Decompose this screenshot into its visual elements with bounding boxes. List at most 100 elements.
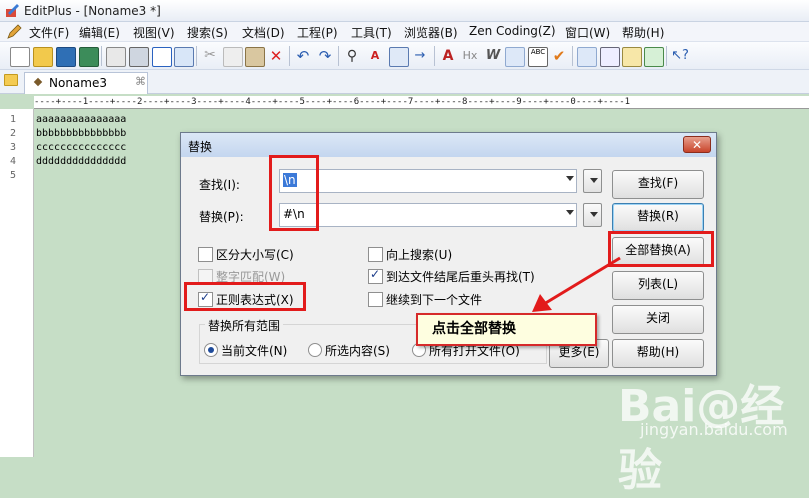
replace-input[interactable]: #\n (279, 203, 577, 227)
menu-browser[interactable]: 浏览器(B) (404, 24, 458, 41)
scope-current-file-radio[interactable] (204, 343, 218, 357)
window-title: EditPlus - [Noname3 *] (24, 4, 161, 18)
new-file-icon[interactable] (10, 47, 30, 67)
check-icon[interactable]: ✔ (550, 47, 568, 65)
toolbar-separator (666, 46, 667, 66)
scope-current-file-label: 当前文件(N) (221, 344, 288, 358)
menu-window[interactable]: 窗口(W) (565, 24, 610, 41)
redo-icon[interactable]: ↷ (316, 47, 334, 65)
ruler: ----+----1----+----2----+----3----+----4… (34, 96, 809, 109)
match-case-checkbox[interactable] (198, 247, 213, 262)
line-number: 5 (10, 170, 17, 181)
abc-icon[interactable]: ABC (528, 47, 548, 67)
view-icon[interactable] (577, 47, 597, 67)
tab-close-icon[interactable]: ⌘ (135, 75, 146, 88)
annotation-arrow-icon (532, 256, 621, 312)
menu-file[interactable]: 文件(F) (29, 24, 69, 41)
font-icon[interactable]: A (439, 47, 457, 65)
modified-icon (33, 77, 43, 87)
menu-view[interactable]: 视图(V) (133, 24, 175, 41)
replace-history-button[interactable] (583, 203, 602, 227)
screen-icon[interactable] (622, 47, 642, 67)
pencil-icon (7, 24, 22, 39)
goto-icon[interactable]: → (411, 47, 429, 65)
find-button[interactable]: 查找(F) (612, 170, 704, 199)
hex-icon[interactable]: Hx (461, 47, 479, 65)
indent-icon[interactable] (505, 47, 525, 67)
search-up-label: 向上搜索(U) (386, 248, 453, 262)
search-up-checkbox[interactable] (368, 247, 383, 262)
code-line: ddddddddddddddd (36, 156, 127, 167)
line-number: 3 (10, 142, 17, 153)
menu-zen-coding[interactable]: Zen Coding(Z) (469, 24, 556, 38)
menu-edit[interactable]: 编辑(E) (79, 24, 120, 41)
save-all-icon[interactable] (79, 47, 99, 67)
dialog-title-bar: 替换 ✕ (181, 133, 716, 157)
menu-tools[interactable]: 工具(T) (351, 24, 392, 41)
line-number-gutter: 1 2 3 4 5 (0, 109, 34, 457)
undo-icon[interactable]: ↶ (294, 47, 312, 65)
dialog-close-button[interactable]: ✕ (683, 136, 711, 153)
toolbar-separator (101, 46, 102, 66)
chevron-down-icon (590, 212, 598, 217)
find-label: 查找(I): (199, 178, 240, 192)
replace-button[interactable]: 替换(R) (612, 203, 704, 232)
menu-help[interactable]: 帮助(H) (622, 24, 664, 41)
menu-document[interactable]: 文档(D) (242, 24, 285, 41)
help-button[interactable]: 帮助(H) (612, 339, 704, 368)
print-preview-icon[interactable] (106, 47, 126, 67)
continue-next-file-checkbox[interactable] (368, 292, 383, 307)
continue-next-file-label: 继续到下一个文件 (386, 293, 483, 307)
print-icon[interactable] (129, 47, 149, 67)
document-tab[interactable]: Noname3 ⌘ (24, 72, 148, 94)
chevron-down-icon (590, 178, 598, 183)
line-number: 4 (10, 156, 17, 167)
toolbar-separator (338, 46, 339, 66)
scope-selection-label: 所选内容(S) (325, 344, 390, 358)
scope-selection-radio[interactable] (308, 343, 322, 357)
toolbar-separator (289, 46, 290, 66)
replace-label: 替换(P): (199, 210, 244, 224)
dialog-title: 替换 (188, 140, 213, 154)
wrap-around-label: 到达文件结尾后重头再找(T) (386, 270, 535, 284)
browser-icon[interactable] (600, 47, 620, 67)
spellcheck-icon[interactable] (152, 47, 172, 67)
code-line: aaaaaaaaaaaaaaa (36, 114, 127, 125)
window-icon[interactable] (644, 47, 664, 67)
chevron-down-icon[interactable] (566, 176, 574, 181)
highlight-find-replace-box (269, 155, 319, 231)
folder-icon[interactable] (4, 74, 18, 86)
menu-project[interactable]: 工程(P) (297, 24, 338, 41)
cut-icon[interactable]: ✂ (201, 47, 219, 65)
tab-label: Noname3 (49, 76, 107, 90)
open-folder-icon[interactable] (33, 47, 53, 67)
paste-icon[interactable] (245, 47, 265, 67)
copy-icon[interactable] (223, 47, 243, 67)
replace-scope-legend: 替换所有范围 (205, 317, 284, 334)
word-wrap-icon[interactable]: W (484, 47, 502, 65)
code-line: bbbbbbbbbbbbbbb (36, 128, 127, 139)
find-history-button[interactable] (583, 169, 602, 193)
wrap-around-checkbox[interactable] (368, 267, 383, 284)
find-icon[interactable]: ⚲ (343, 47, 361, 65)
highlight-regex-box (184, 282, 306, 311)
line-number: 2 (10, 128, 17, 139)
toolbar-separator (434, 46, 435, 66)
watermark-url: jingyan.baidu.com (640, 420, 788, 439)
replace-icon[interactable]: A (366, 47, 384, 65)
match-case-label: 区分大小写(C) (216, 248, 294, 262)
menu-search[interactable]: 搜索(S) (187, 24, 228, 41)
toolbar-separator (572, 46, 573, 66)
chevron-down-icon[interactable] (566, 210, 574, 215)
delete-icon[interactable]: ✕ (267, 47, 285, 65)
annotation-callout: 点击全部替换 (416, 313, 597, 346)
find-input[interactable]: \n (279, 169, 577, 193)
line-number: 1 (10, 114, 17, 125)
refresh-icon[interactable] (174, 47, 194, 67)
code-line: ccccccccccccccc (36, 142, 127, 153)
editplus-app-icon (6, 4, 19, 17)
help-icon[interactable]: ↖? (671, 47, 689, 65)
toolbar-separator (196, 46, 197, 66)
save-icon[interactable] (56, 47, 76, 67)
find-in-files-icon[interactable] (389, 47, 409, 67)
